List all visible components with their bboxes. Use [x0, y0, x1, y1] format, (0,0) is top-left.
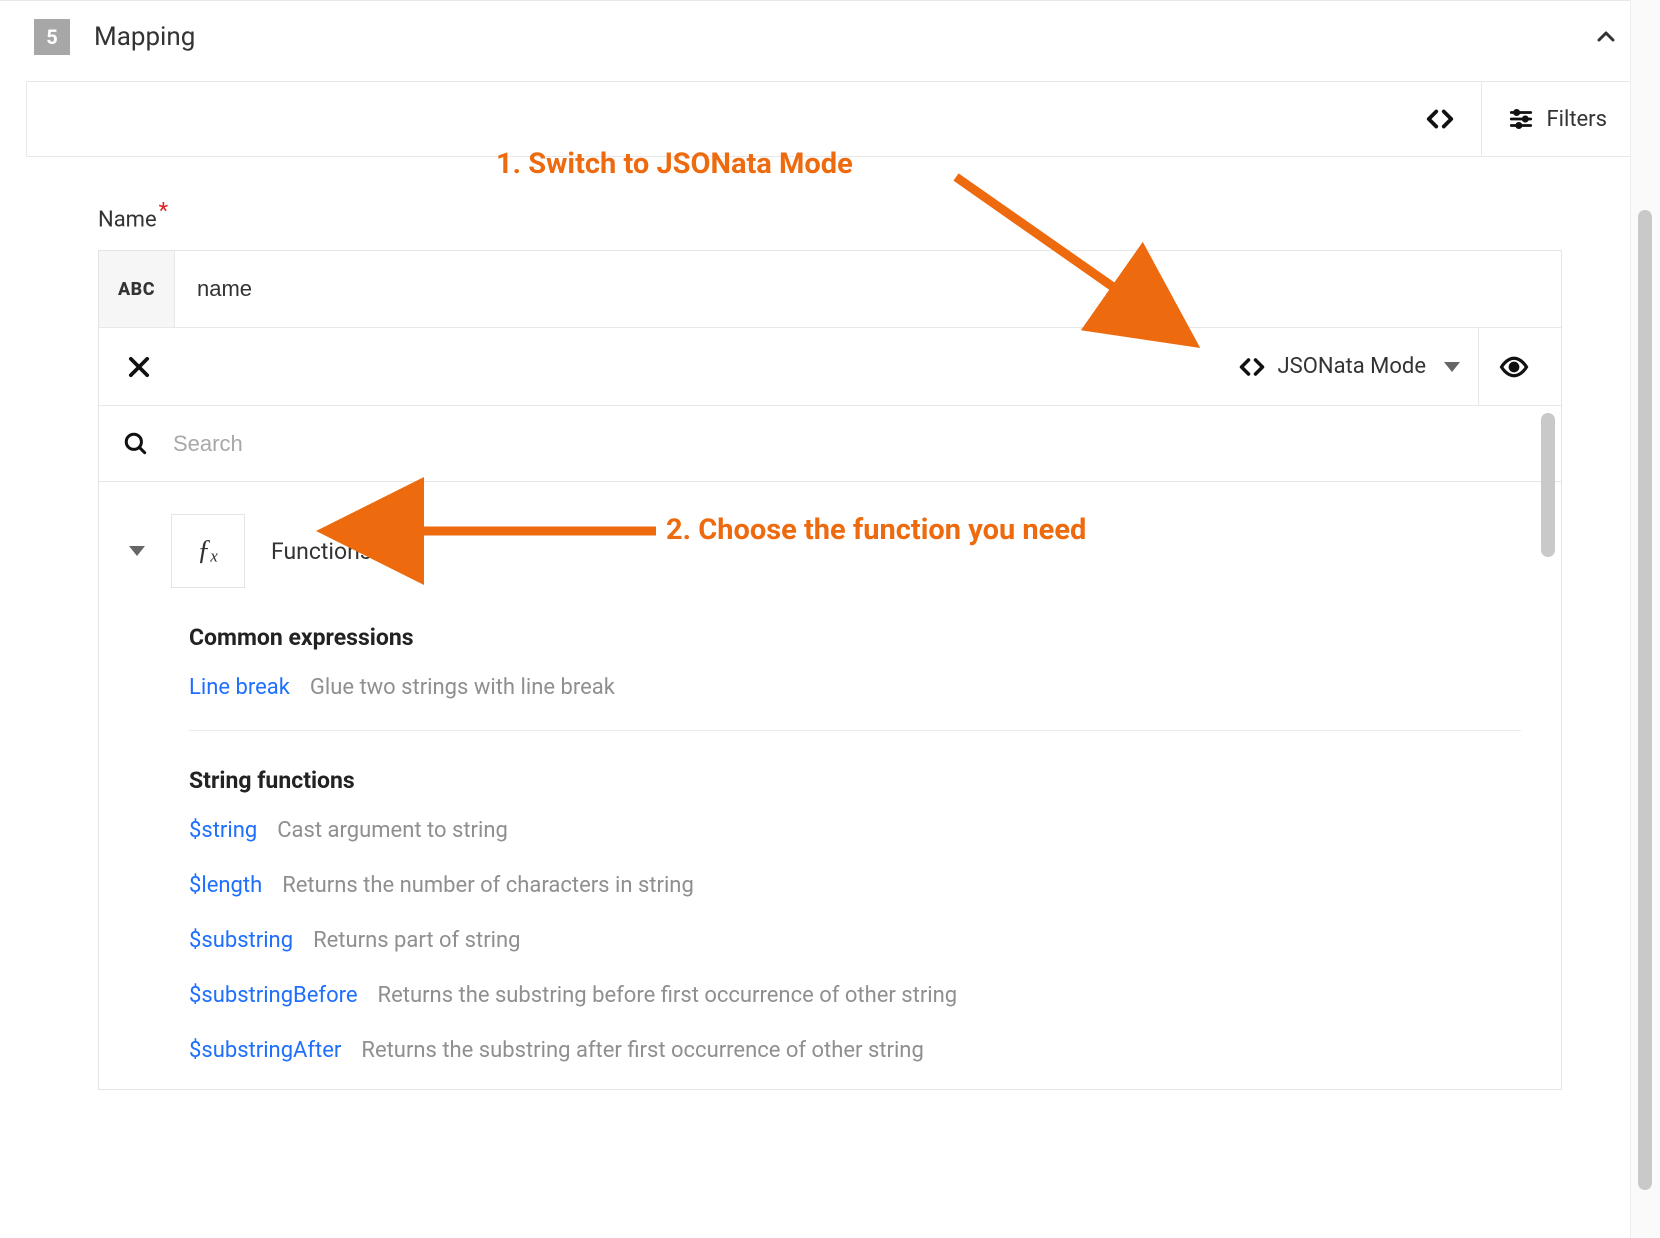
function-desc: Returns part of string [313, 928, 520, 953]
close-icon[interactable] [111, 345, 167, 389]
editor-toolbar: JSONata Mode [99, 327, 1561, 405]
panel-title: Mapping [94, 22, 1562, 52]
function-desc: Returns the substring before first occur… [378, 983, 958, 1008]
function-name: $substring [189, 928, 293, 953]
name-input[interactable] [175, 251, 1561, 327]
functions-panel: ƒₓ Functions Common expressions Line bre… [99, 481, 1561, 1089]
required-star-icon: * [159, 199, 168, 224]
function-item[interactable]: Line break Glue two strings with line br… [189, 675, 1521, 700]
content-area: Name* ABC JSONata Mode [26, 157, 1634, 1090]
code-icon [1238, 353, 1266, 381]
function-name: $length [189, 873, 262, 898]
group-title: String functions [189, 767, 1521, 794]
search-input[interactable] [173, 431, 1537, 457]
function-desc: Returns the number of characters in stri… [282, 873, 694, 898]
type-badge-abc: ABC [99, 251, 175, 327]
function-name: Line break [189, 675, 290, 700]
page-scrollbar-thumb[interactable] [1638, 210, 1652, 1190]
panel-toolbar: Filters [26, 81, 1634, 157]
mode-dropdown[interactable]: JSONata Mode [1220, 353, 1478, 381]
functions-body: Common expressions Line break Glue two s… [119, 624, 1541, 1063]
functions-heading: Functions [271, 538, 372, 565]
function-item[interactable]: $substring Returns part of string [189, 928, 1521, 953]
step-number-badge: 5 [34, 19, 70, 55]
function-item[interactable]: $string Cast argument to string [189, 818, 1521, 843]
function-desc: Returns the substring after first occurr… [361, 1038, 923, 1063]
mapping-panel: 5 Mapping Filters Name* ABC [26, 1, 1634, 1090]
page-scrollbar-track [1630, 0, 1660, 1238]
function-desc: Cast argument to string [277, 818, 508, 843]
function-name: $substringAfter [189, 1038, 341, 1063]
chevron-down-icon [129, 546, 145, 556]
function-desc: Glue two strings with line break [310, 675, 615, 700]
search-icon [123, 431, 149, 457]
code-toggle-button[interactable] [1399, 82, 1481, 156]
chevron-down-icon [1444, 362, 1460, 372]
search-row [99, 405, 1561, 481]
function-item[interactable]: $substringAfter Returns the substring af… [189, 1038, 1521, 1063]
function-name: $string [189, 818, 257, 843]
function-name: $substringBefore [189, 983, 358, 1008]
mode-label: JSONata Mode [1278, 354, 1426, 379]
filters-label: Filters [1546, 107, 1607, 132]
panel-header[interactable]: 5 Mapping [26, 1, 1634, 81]
panel-scrollbar-thumb[interactable] [1541, 413, 1555, 557]
functions-header[interactable]: ƒₓ Functions [119, 514, 1541, 588]
name-input-group: ABC JSONata Mode [98, 250, 1562, 1090]
group-title: Common expressions [189, 624, 1521, 651]
chevron-up-icon[interactable] [1586, 17, 1626, 57]
function-item[interactable]: $substringBefore Returns the substring b… [189, 983, 1521, 1008]
field-label: Name* [98, 199, 1562, 232]
fx-icon: ƒₓ [171, 514, 245, 588]
code-icon [1425, 104, 1455, 134]
eye-icon [1499, 352, 1529, 382]
divider [189, 730, 1521, 731]
sliders-icon [1508, 106, 1534, 132]
function-item[interactable]: $length Returns the number of characters… [189, 873, 1521, 898]
filters-button[interactable]: Filters [1481, 82, 1633, 156]
preview-button[interactable] [1478, 328, 1549, 405]
